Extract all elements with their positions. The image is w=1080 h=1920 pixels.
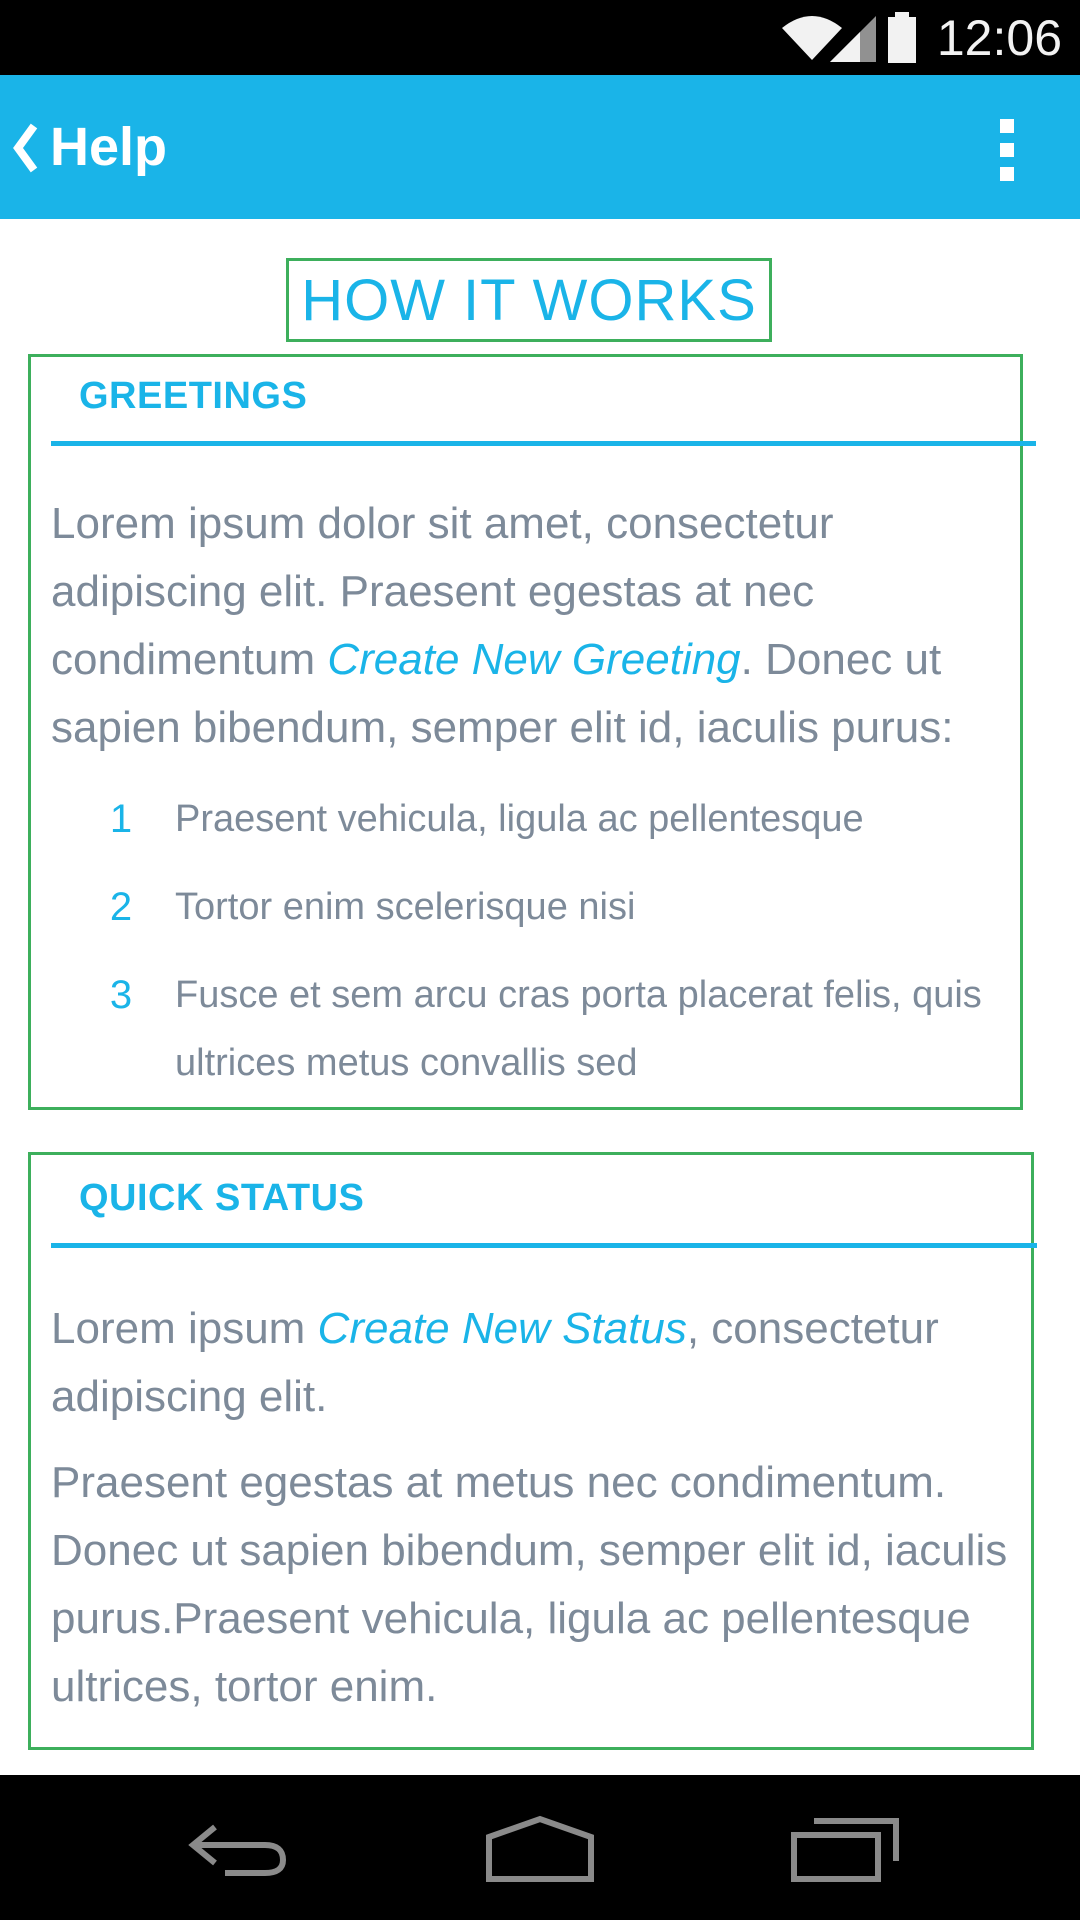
section-divider [51, 1243, 1037, 1248]
status-icons [782, 12, 916, 63]
greetings-heading: GREETINGS [79, 375, 308, 417]
section-divider [51, 441, 1036, 446]
navigation-bar [0, 1775, 1080, 1920]
list-text: Fusce et sem arcu cras porta placerat fe… [175, 974, 982, 1084]
page-title: HOW IT WORKS [301, 268, 757, 333]
list-text: Tortor enim scelerisque nisi [175, 886, 636, 928]
status-bar: 12:06 [0, 0, 1080, 75]
greetings-intro: Lorem ipsum dolor sit amet, consectetur … [51, 490, 1026, 762]
create-new-greeting-link[interactable]: Create New Greeting [327, 635, 740, 684]
list-text: Praesent vehicula, ligula ac pellentesqu… [175, 798, 864, 840]
status-time: 12:06 [936, 10, 1062, 66]
quick-status-section: QUICK STATUS Lorem ipsum Create New Stat… [28, 1152, 1037, 1750]
greetings-section: GREETINGS Lorem ipsum dolor sit amet, co… [28, 354, 1036, 1110]
app-title: Help [50, 117, 168, 177]
page-title-box: HOW IT WORKS [286, 258, 772, 342]
back-icon[interactable] [185, 1815, 295, 1885]
quick-status-paragraph-1: Lorem ipsum Create New Status, consectet… [51, 1295, 1041, 1431]
list-number: 1 [109, 797, 133, 841]
recent-apps-icon[interactable] [790, 1815, 900, 1885]
battery-icon [888, 12, 916, 63]
app-bar: Help [0, 75, 1080, 219]
chevron-left-icon[interactable] [10, 120, 40, 176]
home-icon[interactable] [485, 1815, 595, 1885]
create-new-status-link[interactable]: Create New Status [318, 1304, 687, 1353]
list-number: 2 [109, 885, 133, 929]
signal-icon [830, 16, 876, 62]
quick-status-paragraph-2: Praesent egestas at metus nec condimentu… [51, 1458, 1008, 1711]
p1-text: Lorem ipsum [51, 1304, 318, 1353]
wifi-icon [782, 16, 842, 60]
list-number: 3 [109, 973, 133, 1017]
quick-status-heading: QUICK STATUS [79, 1177, 365, 1219]
overflow-menu-icon[interactable] [972, 115, 1042, 185]
